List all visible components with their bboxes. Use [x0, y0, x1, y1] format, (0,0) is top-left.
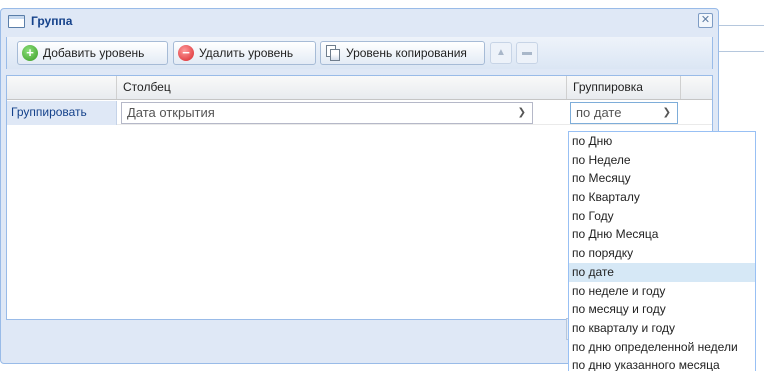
dialog-title: Группа: [31, 14, 73, 28]
dropdown-option[interactable]: по кварталу и году: [569, 319, 755, 338]
background-line: [712, 51, 764, 52]
dropdown-option[interactable]: по Дню: [569, 132, 755, 151]
grouping-select[interactable]: по дате ❯: [570, 102, 678, 124]
add-level-button[interactable]: + Добавить уровень: [17, 41, 168, 65]
table-row[interactable]: Группировать Дата открытия ❯ по дате ❯: [7, 101, 712, 125]
chevron-down-icon[interactable]: ❯: [663, 103, 671, 123]
dropdown-option[interactable]: по месяцу и году: [569, 300, 755, 319]
dropdown-option-selected[interactable]: по дате: [569, 262, 755, 282]
copy-document-icon: [325, 45, 341, 61]
dialog-titlebar[interactable]: Группа ✕: [1, 9, 718, 34]
dropdown-option[interactable]: по Кварталу: [569, 188, 755, 207]
grouping-dropdown-list: по Дню по Неделе по Месяцу по Кварталу п…: [568, 131, 756, 371]
copy-level-button[interactable]: Уровень копирования: [320, 41, 485, 65]
dropdown-option[interactable]: по Неделе: [569, 151, 755, 170]
copy-level-label: Уровень копирования: [346, 46, 467, 60]
row-label: Группировать: [7, 101, 117, 125]
header-cell-row-label: [7, 76, 117, 99]
delete-level-button[interactable]: − Удалить уровень: [173, 41, 316, 65]
grid-header: Столбец Группировка: [7, 76, 712, 100]
dropdown-option[interactable]: по Дню Месяца: [569, 225, 755, 244]
add-level-label: Добавить уровень: [43, 46, 145, 60]
chevron-down-icon[interactable]: ❯: [518, 103, 526, 123]
dropdown-option[interactable]: по неделе и году: [569, 282, 755, 301]
column-select-value: Дата открытия: [127, 105, 215, 120]
move-down-button[interactable]: ▬: [516, 42, 538, 64]
header-cell-grouping[interactable]: Группировка: [567, 76, 681, 99]
grouping-select-value: по дате: [576, 105, 622, 120]
move-up-button[interactable]: ▲: [490, 42, 512, 64]
background-line: [719, 25, 764, 26]
toolbar: + Добавить уровень − Удалить уровень Уро…: [6, 37, 713, 69]
dropdown-option[interactable]: по дню указанного месяца: [569, 356, 755, 371]
dropdown-option[interactable]: по порядку: [569, 244, 755, 263]
delete-level-label: Удалить уровень: [199, 46, 294, 60]
header-cell-column[interactable]: Столбец: [117, 76, 567, 99]
dropdown-option[interactable]: по Году: [569, 207, 755, 226]
delete-circle-icon: −: [178, 45, 194, 61]
window-icon: [8, 15, 25, 28]
column-select[interactable]: Дата открытия ❯: [121, 102, 533, 124]
dropdown-option[interactable]: по Месяцу: [569, 169, 755, 188]
close-button[interactable]: ✕: [698, 13, 713, 28]
add-circle-icon: +: [22, 45, 38, 61]
dropdown-option[interactable]: по дню определенной недели: [569, 338, 755, 357]
